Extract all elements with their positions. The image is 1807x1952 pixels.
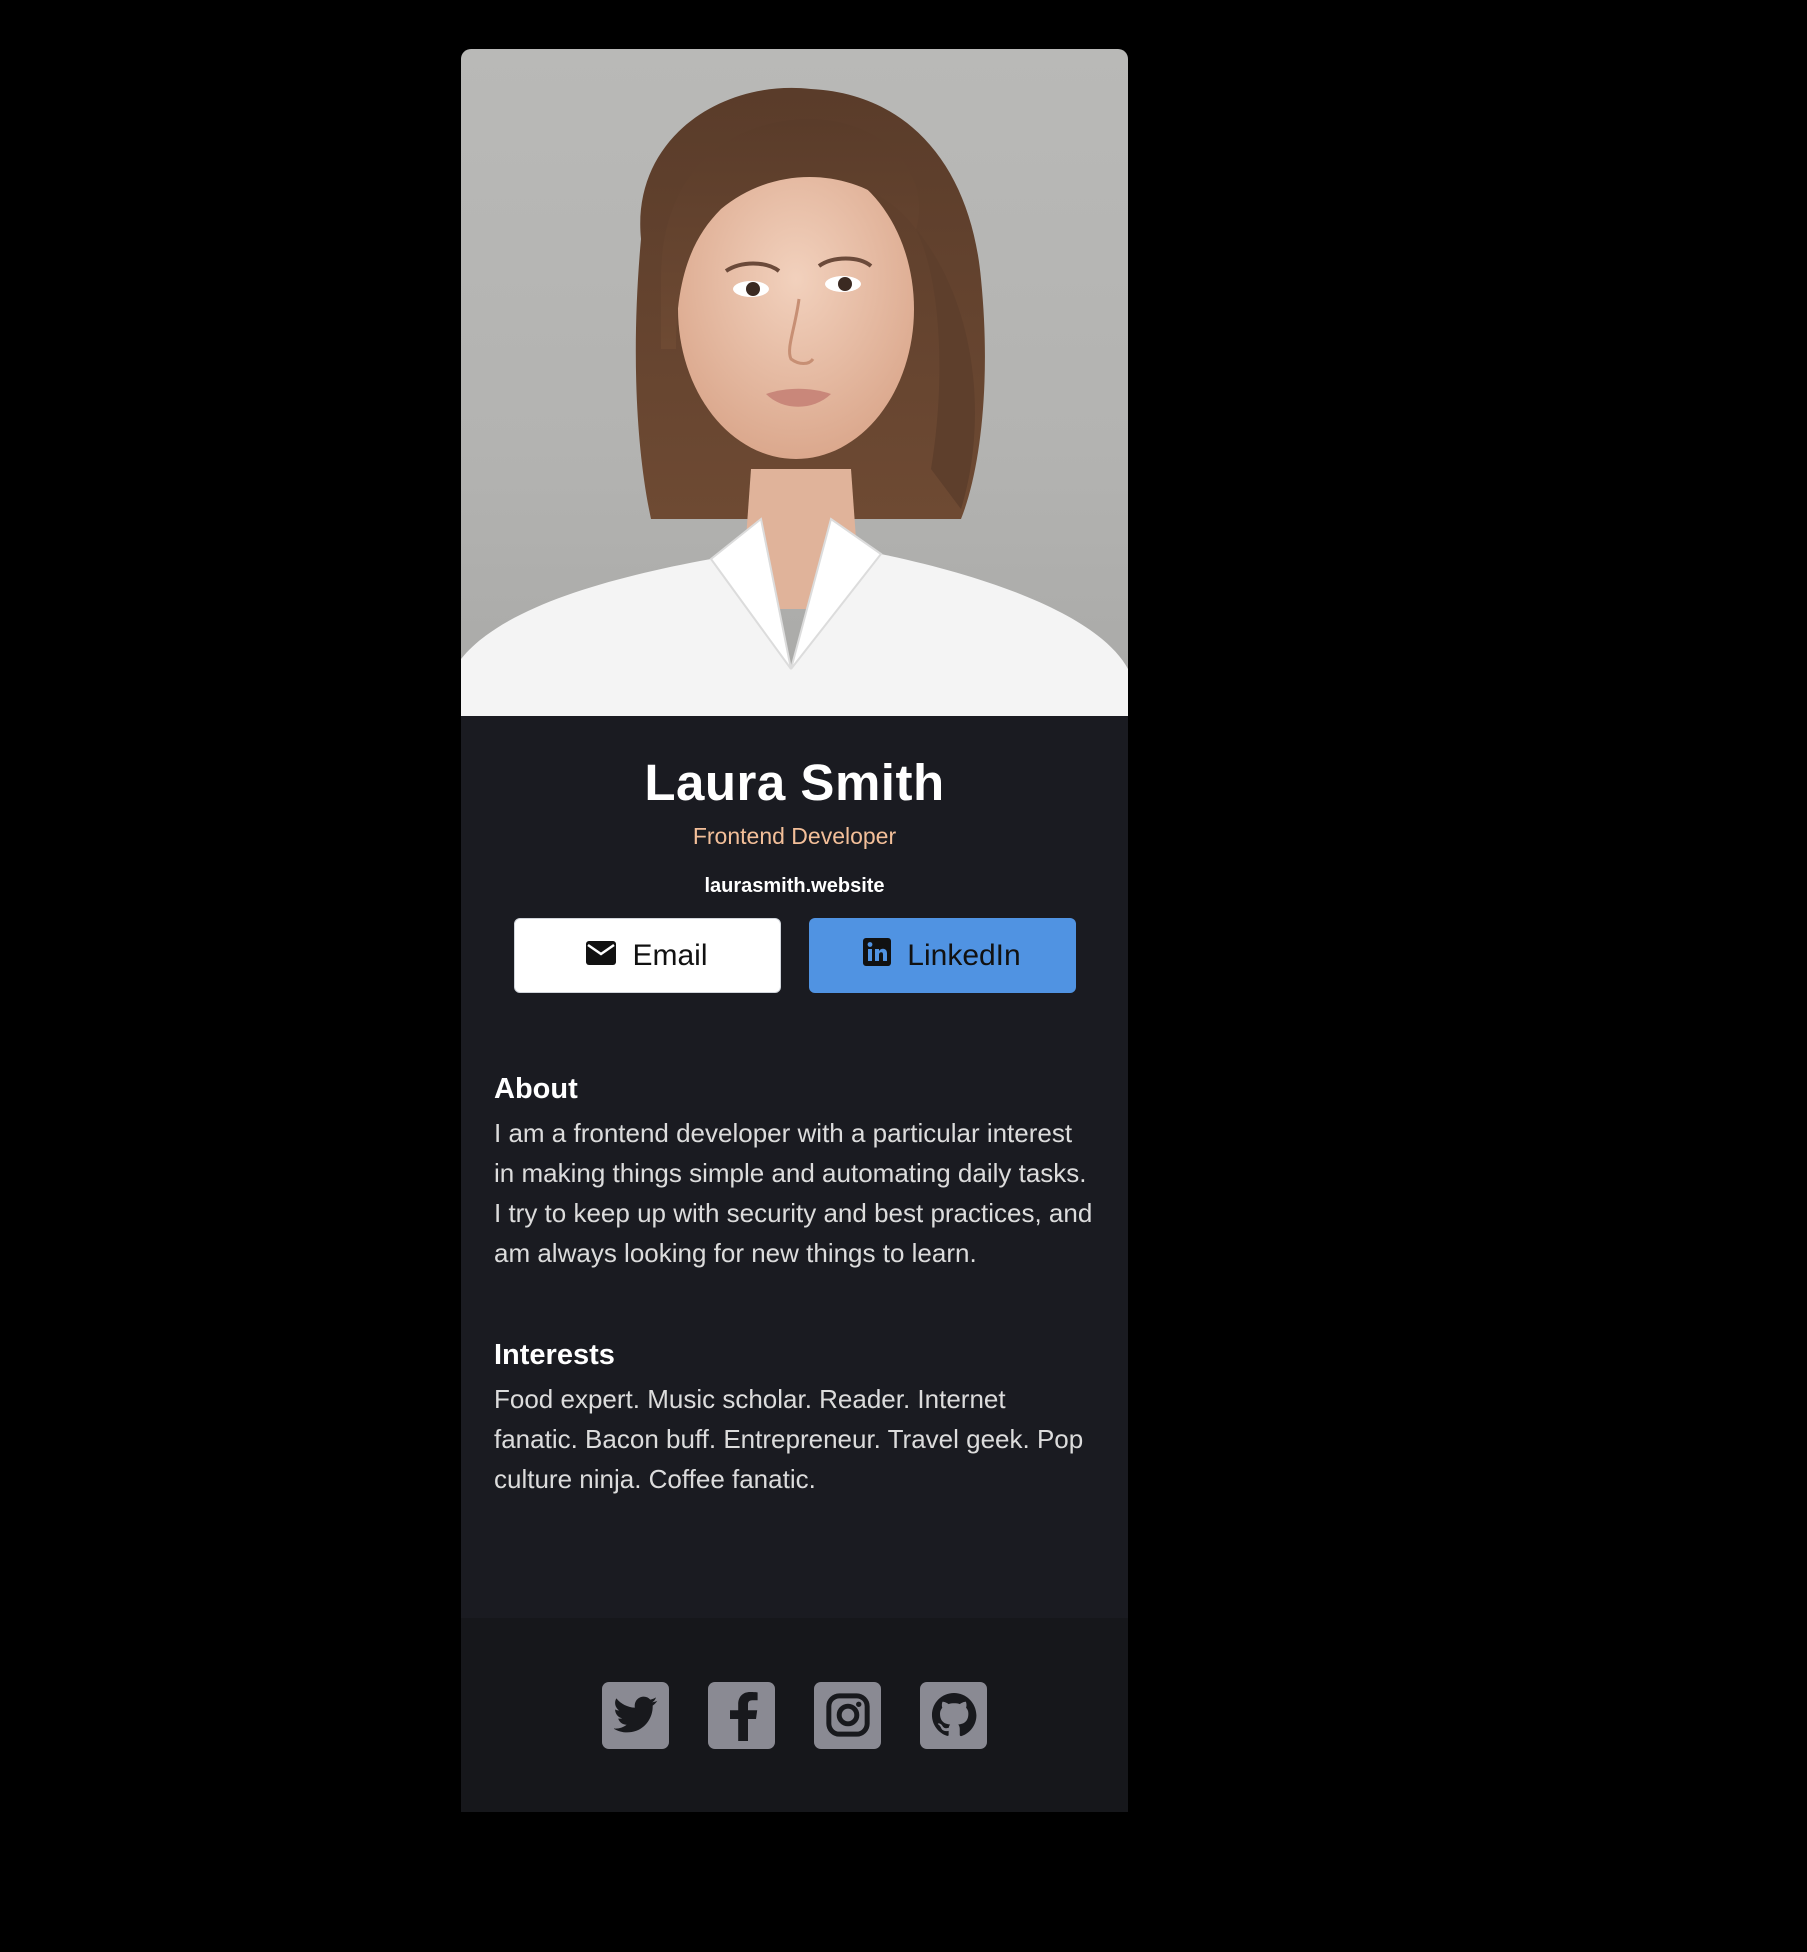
linkedin-button-label: LinkedIn bbox=[907, 938, 1021, 972]
twitter-icon bbox=[613, 1696, 657, 1733]
github-icon bbox=[931, 1692, 976, 1737]
envelope-icon bbox=[586, 939, 617, 973]
linkedin-icon bbox=[863, 937, 892, 974]
email-button[interactable]: Email bbox=[513, 918, 781, 993]
twitter-link[interactable] bbox=[602, 1681, 669, 1749]
social-footer bbox=[461, 1618, 1128, 1812]
portrait-illustration bbox=[461, 87, 1128, 716]
contact-buttons: Email LinkedIn bbox=[461, 918, 1128, 993]
github-link[interactable] bbox=[920, 1681, 987, 1749]
profile-photo bbox=[461, 49, 1128, 716]
profile-name: Laura Smith bbox=[644, 754, 945, 811]
page: Laura Smith Frontend Developer laurasmit… bbox=[0, 0, 1807, 1952]
interests-text: Food expert. Music scholar. Reader. Inte… bbox=[494, 1384, 1084, 1494]
facebook-icon bbox=[729, 1692, 758, 1741]
facebook-link[interactable] bbox=[708, 1681, 775, 1749]
interests-section: Interests Food expert. Music scholar. Re… bbox=[461, 1337, 1128, 1499]
about-section: About I am a frontend developer with a p… bbox=[461, 1071, 1128, 1273]
linkedin-button[interactable]: LinkedIn bbox=[808, 918, 1076, 993]
profile-info: Laura Smith Frontend Developer laurasmit… bbox=[461, 716, 1128, 993]
website-link[interactable]: laurasmith.website bbox=[704, 874, 884, 898]
profile-role: Frontend Developer bbox=[692, 823, 897, 849]
about-text: I am a frontend developer with a particu… bbox=[494, 1118, 1093, 1268]
email-button-label: Email bbox=[632, 938, 708, 972]
profile-card: Laura Smith Frontend Developer laurasmit… bbox=[461, 49, 1128, 1812]
about-heading: About bbox=[494, 1073, 578, 1105]
instagram-icon bbox=[825, 1693, 870, 1737]
instagram-link[interactable] bbox=[814, 1681, 881, 1749]
interests-heading: Interests bbox=[494, 1339, 615, 1371]
